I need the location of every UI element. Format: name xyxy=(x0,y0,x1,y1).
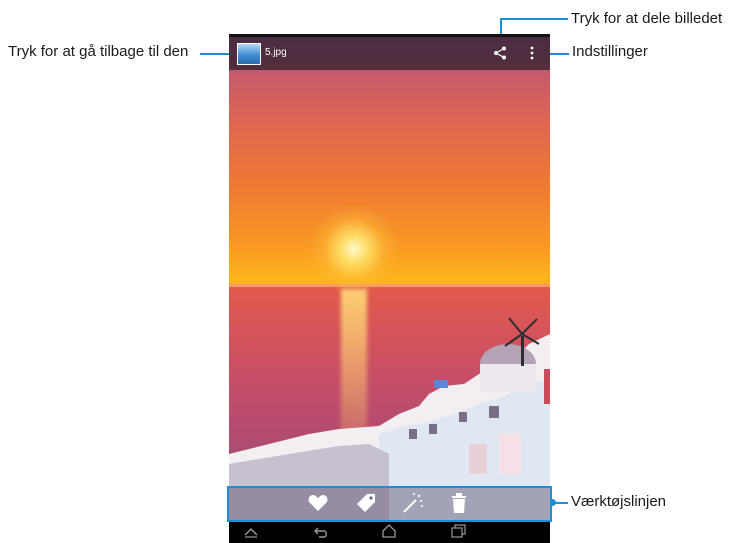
recent-apps-icon[interactable] xyxy=(451,524,467,538)
share-icon[interactable] xyxy=(493,46,507,60)
callout-toolbar: Værktøjslinjen xyxy=(571,493,667,510)
up-chevron-icon[interactable] xyxy=(243,526,259,538)
overflow-menu-icon[interactable] xyxy=(529,46,535,60)
back-thumbnail-button[interactable] xyxy=(237,43,261,65)
system-nav-bar xyxy=(229,520,550,543)
action-bar: 5.jpg xyxy=(229,37,550,70)
toolbar-highlight-box xyxy=(227,486,552,522)
callout-settings: Indstillinger xyxy=(572,43,648,60)
back-icon[interactable] xyxy=(313,525,329,539)
callout-share-line-h xyxy=(500,18,568,20)
phone-screen: 5.jpg xyxy=(229,34,550,543)
callout-back: Tryk for at gå tilbage til den xyxy=(8,43,189,60)
home-icon[interactable] xyxy=(381,524,397,538)
callout-share: Tryk for at dele billedet xyxy=(571,10,723,27)
file-name: 5.jpg xyxy=(265,47,287,58)
santorini-village xyxy=(229,317,550,543)
